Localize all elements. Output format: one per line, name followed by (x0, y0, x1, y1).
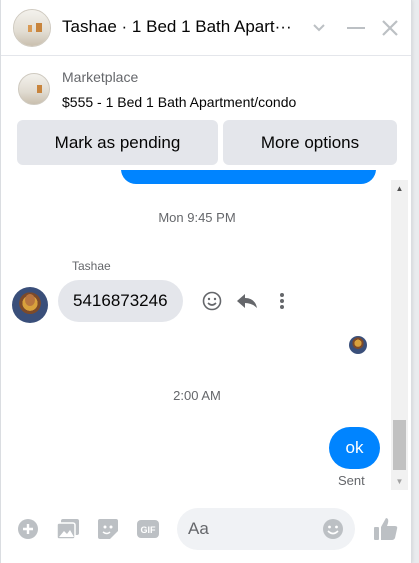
sender-avatar[interactable] (12, 287, 48, 323)
chat-title[interactable]: Tashae · 1 Bed 1 Bath Apart··· (62, 17, 292, 37)
svg-text:GIF: GIF (141, 525, 157, 535)
chevron-down-icon[interactable] (303, 12, 335, 44)
chat-header[interactable]: Tashae · 1 Bed 1 Bath Apart··· (1, 0, 411, 56)
emoji-icon[interactable] (321, 517, 345, 541)
thumbs-up-icon[interactable] (372, 515, 400, 543)
gif-icon[interactable]: GIF (136, 517, 160, 541)
sent-status: Sent (338, 473, 365, 488)
sticker-icon[interactable] (96, 517, 120, 541)
marketplace-label: Marketplace (62, 69, 139, 85)
react-icon[interactable] (200, 289, 224, 313)
marketplace-card[interactable]: Marketplace $555 - 1 Bed 1 Bath Apartmen… (1, 57, 411, 121)
message-timestamp: Mon 9:45 PM (158, 210, 236, 225)
listing-title[interactable]: $555 - 1 Bed 1 Bath Apartment/condo (62, 94, 296, 110)
mark-as-pending-button[interactable]: Mark as pending (17, 120, 218, 165)
close-icon[interactable] (374, 12, 406, 44)
photo-icon[interactable] (56, 517, 80, 541)
seen-avatar (349, 336, 367, 354)
chat-window: Tashae · 1 Bed 1 Bath Apart··· Marketpla… (0, 0, 412, 563)
more-options-button[interactable]: More options (223, 120, 397, 165)
previous-message-bubble (121, 170, 376, 184)
scrollbar-thumb[interactable] (393, 420, 406, 470)
scroll-up-arrow-icon[interactable]: ▲ (391, 180, 408, 197)
sender-name: Tashae (72, 259, 111, 273)
message-list[interactable]: Mon 9:45 PM Tashae 5416873246 2:00 AM ok… (1, 170, 411, 494)
listing-thumbnail (18, 73, 50, 105)
message-timestamp: 2:00 AM (173, 388, 221, 403)
listing-avatar[interactable] (13, 9, 51, 47)
minimize-icon[interactable] (340, 12, 372, 44)
scroll-down-arrow-icon[interactable]: ▼ (391, 473, 408, 490)
received-message-bubble[interactable]: 5416873246 (58, 280, 183, 322)
sent-message-bubble[interactable]: ok (329, 427, 380, 469)
reply-icon[interactable] (235, 289, 259, 313)
more-actions-icon[interactable] (270, 289, 294, 313)
plus-circle-icon[interactable] (16, 517, 40, 541)
